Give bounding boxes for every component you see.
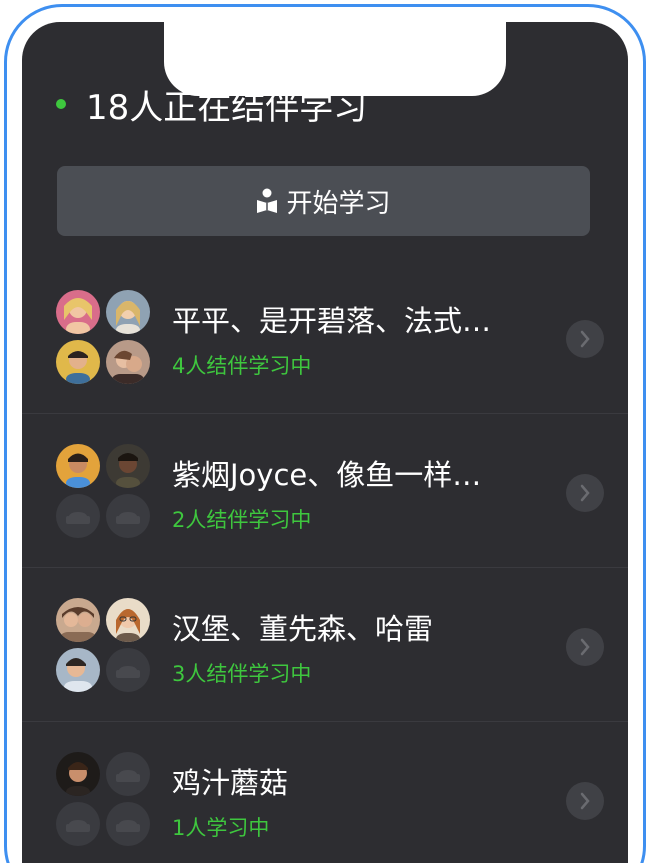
chevron-right-icon[interactable] xyxy=(566,782,604,820)
chevron-right-icon[interactable] xyxy=(566,320,604,358)
user-avatar xyxy=(106,444,150,488)
group-status-text: 2人结伴学习中 xyxy=(172,508,312,532)
empty-seat-icon xyxy=(106,648,150,692)
chevron-right-icon[interactable] xyxy=(566,628,604,666)
online-status-dot xyxy=(56,99,66,109)
user-avatar xyxy=(56,290,100,334)
reader-icon xyxy=(256,188,278,214)
user-avatar xyxy=(106,290,150,334)
group-members-name: 平平、是开碧落、法式… xyxy=(172,304,492,338)
app-canvas: 18人正在结伴学习 开始学习 平平、是开碧落、法式… 4人结伴学习中 紫烟Joy… xyxy=(0,0,650,863)
member-avatars xyxy=(56,290,152,386)
study-group-row[interactable]: 汉堡、董先森、哈雷 3人结伴学习中 xyxy=(22,570,628,722)
group-status-text: 1人学习中 xyxy=(172,816,270,840)
empty-seat-icon xyxy=(106,494,150,538)
chevron-right-icon[interactable] xyxy=(566,474,604,512)
group-status-text: 4人结伴学习中 xyxy=(172,354,312,378)
empty-seat-icon xyxy=(106,802,150,846)
start-study-label: 开始学习 xyxy=(286,188,391,219)
user-avatar xyxy=(56,752,100,796)
group-members-name: 紫烟Joyce、像鱼一样… xyxy=(172,458,482,492)
study-group-row[interactable]: 平平、是开碧落、法式… 4人结伴学习中 xyxy=(22,262,628,414)
user-avatar xyxy=(56,340,100,384)
user-avatar xyxy=(106,598,150,642)
study-group-row[interactable]: 鸡汁蘑菇 1人学习中 xyxy=(22,724,628,863)
empty-seat-icon xyxy=(106,752,150,796)
online-count-text: 18人正在结伴学习 xyxy=(86,87,368,128)
group-status-text: 3人结伴学习中 xyxy=(172,662,312,686)
app-screen: 18人正在结伴学习 开始学习 平平、是开碧落、法式… 4人结伴学习中 紫烟Joy… xyxy=(22,22,628,863)
user-avatar xyxy=(56,598,100,642)
member-avatars xyxy=(56,444,152,540)
user-avatar xyxy=(106,340,150,384)
member-avatars xyxy=(56,752,152,848)
empty-seat-icon xyxy=(56,802,100,846)
group-members-name: 鸡汁蘑菇 xyxy=(172,766,289,800)
online-header: 18人正在结伴学习 xyxy=(56,82,368,128)
user-avatar xyxy=(56,444,100,488)
user-avatar xyxy=(56,648,100,692)
empty-seat-icon xyxy=(56,494,100,538)
study-group-row[interactable]: 紫烟Joyce、像鱼一样… 2人结伴学习中 xyxy=(22,416,628,568)
start-study-button[interactable]: 开始学习 xyxy=(57,166,590,236)
member-avatars xyxy=(56,598,152,694)
group-members-name: 汉堡、董先森、哈雷 xyxy=(172,612,434,646)
